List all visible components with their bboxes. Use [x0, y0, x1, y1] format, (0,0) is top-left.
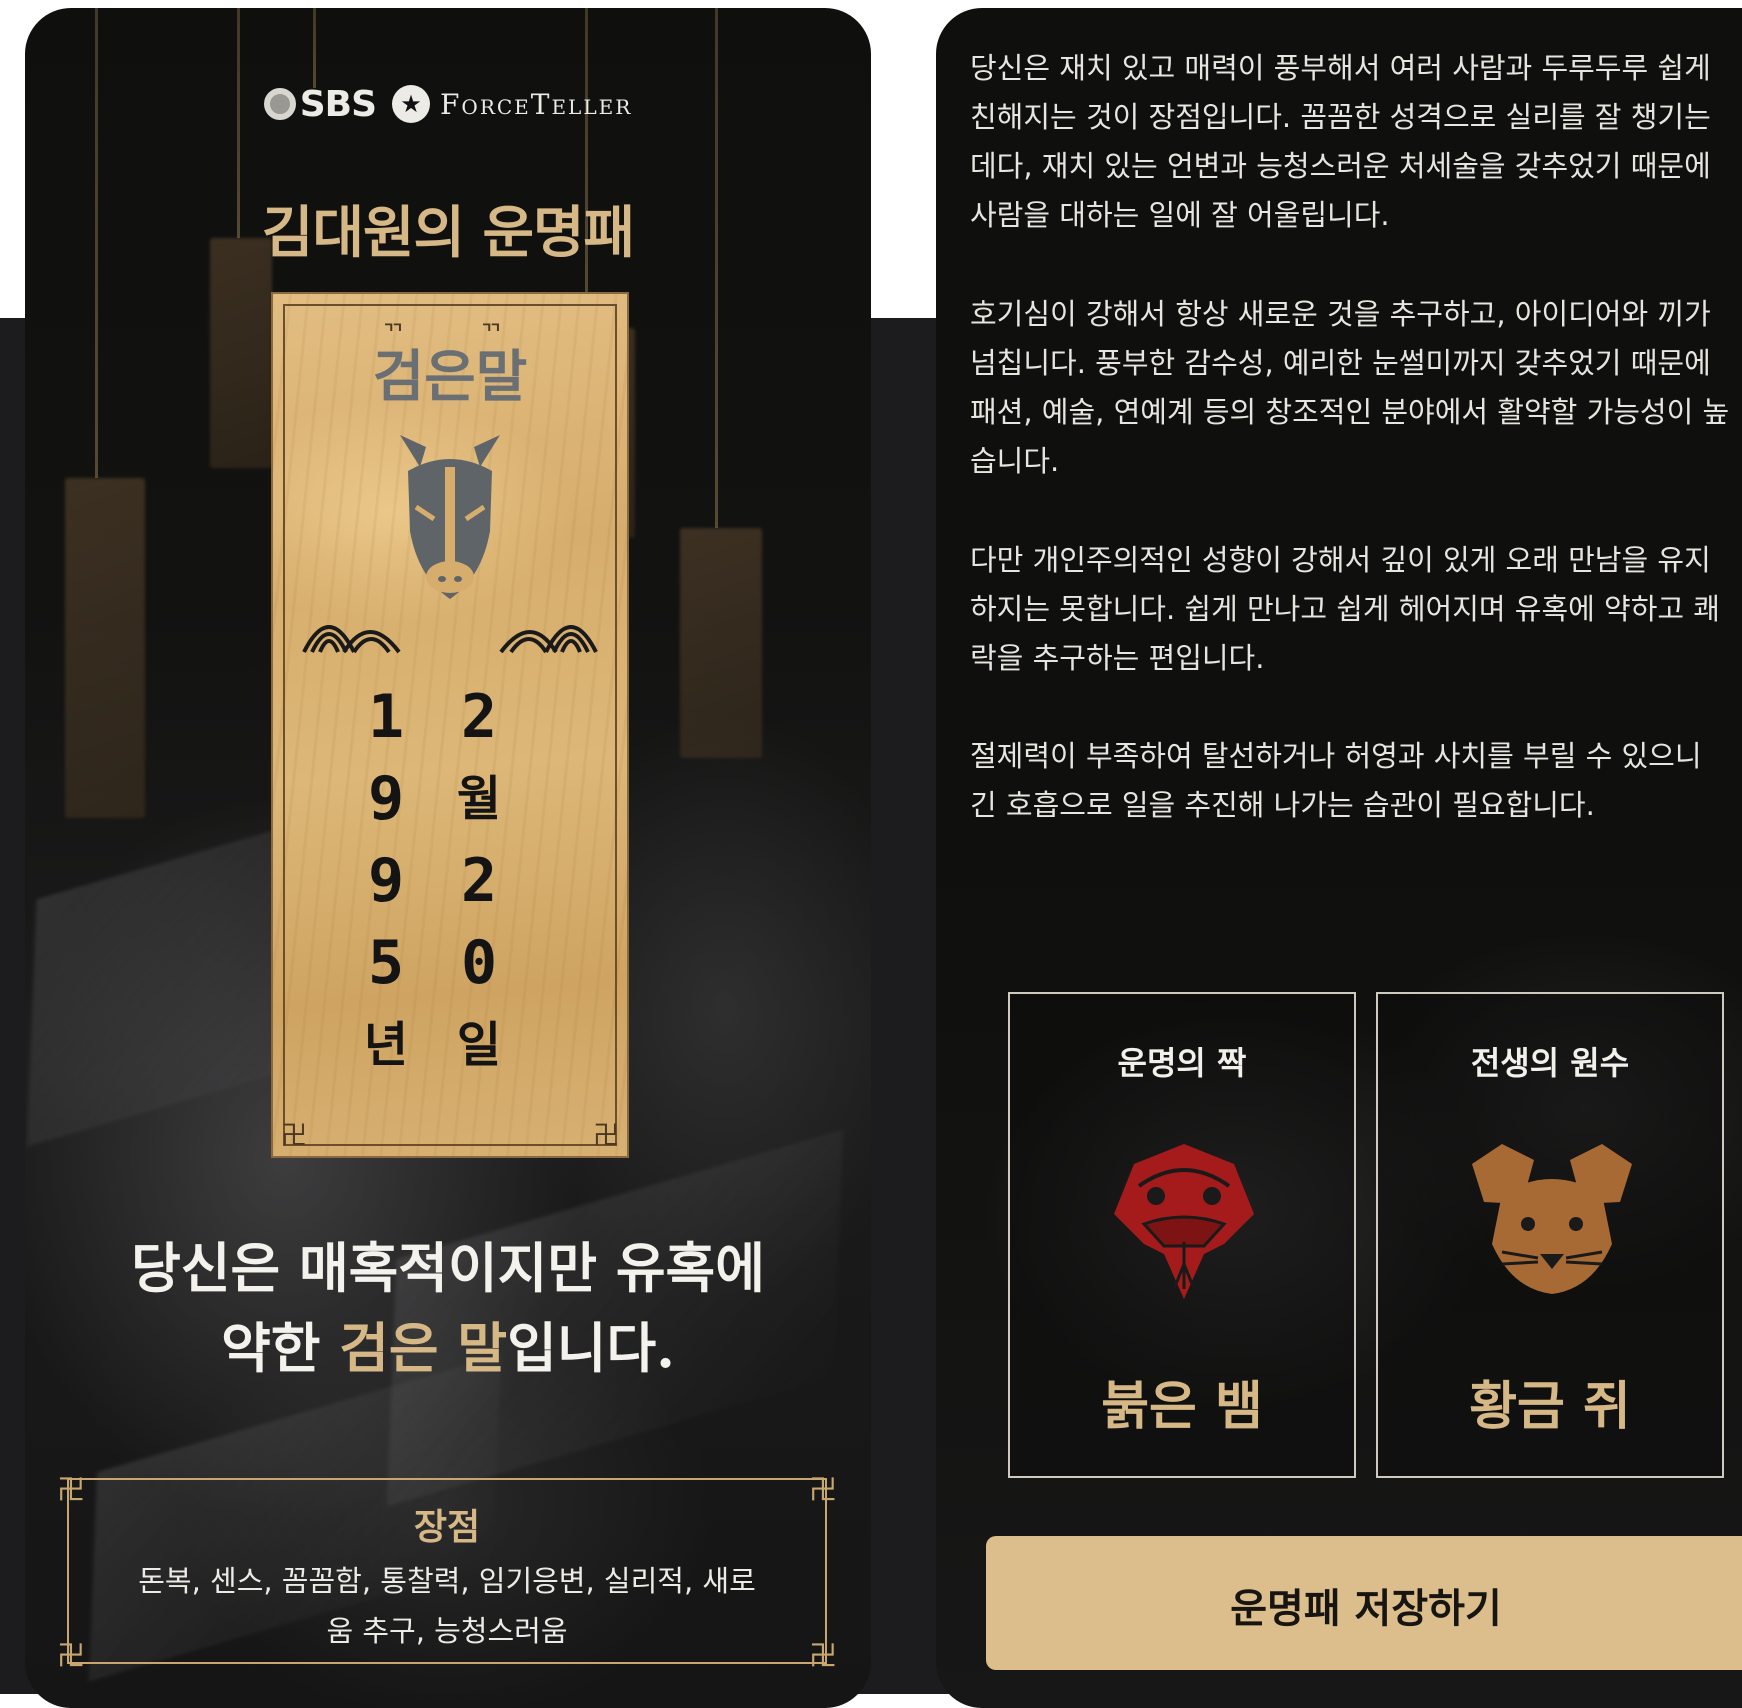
date-char: 0	[460, 928, 498, 998]
paragraph-line: 친해지는 것이 장점입니다. 꼼꼼한 성격으로 실리를 잘 챙기는	[970, 100, 1711, 134]
ornament-icon: 卍	[57, 1639, 86, 1672]
paragraph-line: 데다, 재치 있는 언변과 능청스러운 처세술을 갖추었기 때문에	[970, 149, 1711, 183]
merits-text: 돈복, 센스, 꼼꼼함, 통찰력, 임기응변, 실리적, 새로움 추구, 능청스…	[138, 1564, 756, 1648]
horse-icon	[400, 435, 500, 599]
bg-hanging-tag	[65, 478, 145, 818]
paragraph-line: 당신은 재치 있고 매력이 풍부해서 여러 사람과 두루두루 쉽게	[970, 51, 1711, 85]
paragraph-line: 절제력이 부족하여 탈선하거나 허영과 사치를 부릴 수 있으니	[970, 739, 1702, 773]
paragraph-line: 호기심이 강해서 항상 새로운 것을 추구하고, 아이디어와 끼가	[970, 297, 1711, 331]
date-char: 월	[456, 771, 502, 827]
headline-line-1: 당신은 매혹적이지만 유혹에	[131, 1236, 765, 1300]
save-plaque-label: 운명패 저장하기	[1230, 1585, 1502, 1632]
ornament-icon: 卍	[592, 1121, 619, 1151]
bg-hanging-tag	[680, 528, 762, 758]
fortune-plaque-card: SBS ★ ForceTeller 김대원의 운명패 ᆩ ᆩ 卍 卍 검은말 1…	[25, 8, 871, 1708]
ornament-icon: 卍	[281, 1121, 308, 1151]
fortune-detail-card: 당신은 재치 있고 매력이 풍부해서 여러 사람과 두루두루 쉽게 친해지는 것…	[936, 8, 1742, 1708]
past-enemy-name: 황금 쥐	[1469, 1376, 1631, 1437]
headline-line-2: 약한 검은 말입니다.	[25, 1308, 871, 1388]
forceteller-logo: ★ ForceTeller	[392, 85, 632, 123]
birth-day-column: 2 월 2 0 일	[439, 676, 519, 1086]
paragraph-line: 넘칩니다. 풍부한 감수성, 예리한 눈썰미까지 갖추었기 때문에	[970, 346, 1711, 380]
paragraph-line: 락을 추구하는 편입니다.	[970, 641, 1265, 675]
description-paragraph: 다만 개인주의적인 성향이 강해서 깊이 있게 오래 만남을 유지 하지는 못합…	[970, 536, 1742, 683]
headline-highlight: 검은 말	[339, 1316, 508, 1380]
date-char: 일	[456, 1017, 502, 1073]
destiny-match-name: 붉은 뱀	[1101, 1376, 1263, 1437]
date-char: 5	[367, 928, 405, 998]
past-enemy-card: 전생의 원수 황금 쥐	[1376, 992, 1724, 1478]
merits-box: 卍 卍 卍 卍 장점 돈복, 센스, 꼼꼼함, 통찰력, 임기응변, 실리적, …	[57, 1468, 837, 1674]
zodiac-plaque: ᆩ ᆩ 卍 卍 검은말 1 9 9 5 년 2 월 2 0 일	[271, 292, 629, 1158]
date-char: 년	[363, 1017, 409, 1073]
date-char: 2	[460, 846, 498, 916]
description-paragraph: 당신은 재치 있고 매력이 풍부해서 여러 사람과 두루두루 쉽게 친해지는 것…	[970, 44, 1742, 240]
cloud-wave-icon	[499, 625, 598, 654]
zodiac-name: 검은말	[372, 344, 528, 410]
bg-hanging-tag	[210, 238, 272, 468]
sbs-logo: SBS	[263, 83, 377, 125]
date-char: 1	[367, 682, 405, 752]
date-char: 9	[367, 846, 405, 916]
date-char: 9	[367, 764, 405, 834]
save-plaque-button[interactable]: 운명패 저장하기	[986, 1536, 1742, 1670]
forceteller-logo-text: ForceTeller	[440, 87, 633, 121]
sbs-logo-text: SBS	[299, 83, 377, 125]
headline-text: 입니다.	[507, 1316, 675, 1380]
destiny-match-label: 운명의 짝	[1117, 1044, 1247, 1082]
description-paragraph: 호기심이 강해서 항상 새로운 것을 추구하고, 아이디어와 끼가 넘칩니다. …	[970, 290, 1742, 486]
past-enemy-label: 전생의 원수	[1470, 1044, 1630, 1082]
date-char: 2	[460, 682, 498, 752]
star-icon: ★	[392, 85, 430, 123]
paragraph-line: 하지는 못합니다. 쉽게 만나고 쉽게 헤어지며 유혹에 약하고 쾌	[970, 592, 1720, 626]
description-paragraph: 절제력이 부족하여 탈선하거나 허영과 사치를 부릴 수 있으니 긴 호흡으로 …	[970, 732, 1742, 830]
red-snake-icon	[1114, 1144, 1254, 1299]
ornament-icon: 卍	[808, 1639, 837, 1672]
cloud-wave-icon	[302, 625, 401, 654]
paragraph-line: 패션, 예술, 연예계 등의 창조적인 분야에서 활약할 가능성이 높	[970, 395, 1730, 429]
fortune-headline: 당신은 매혹적이지만 유혹에 약한 검은 말입니다.	[25, 1228, 871, 1388]
paragraph-line: 다만 개인주의적인 성향이 강해서 깊이 있게 오래 만남을 유지	[970, 543, 1711, 577]
paragraph-line: 사람을 대하는 일에 잘 어울립니다.	[970, 198, 1390, 232]
merits-title: 장점	[413, 1506, 481, 1548]
birth-year-column: 1 9 9 5 년	[346, 676, 426, 1086]
page-title: 김대원의 운명패	[261, 200, 635, 266]
paragraph-line: 긴 호흡으로 일을 추진해 나가는 습관이 필요합니다.	[970, 788, 1595, 822]
headline-text: 약한	[221, 1316, 340, 1380]
sbs-ring-icon	[263, 88, 296, 120]
bg-rope	[585, 8, 588, 328]
bg-rope	[313, 8, 316, 88]
golden-rat-icon	[1472, 1144, 1632, 1294]
brand-bar: SBS ★ ForceTeller	[25, 80, 871, 128]
paragraph-line: 습니다.	[970, 444, 1060, 478]
destiny-match-card: 운명의 짝 붉은 뱀	[1008, 992, 1356, 1478]
